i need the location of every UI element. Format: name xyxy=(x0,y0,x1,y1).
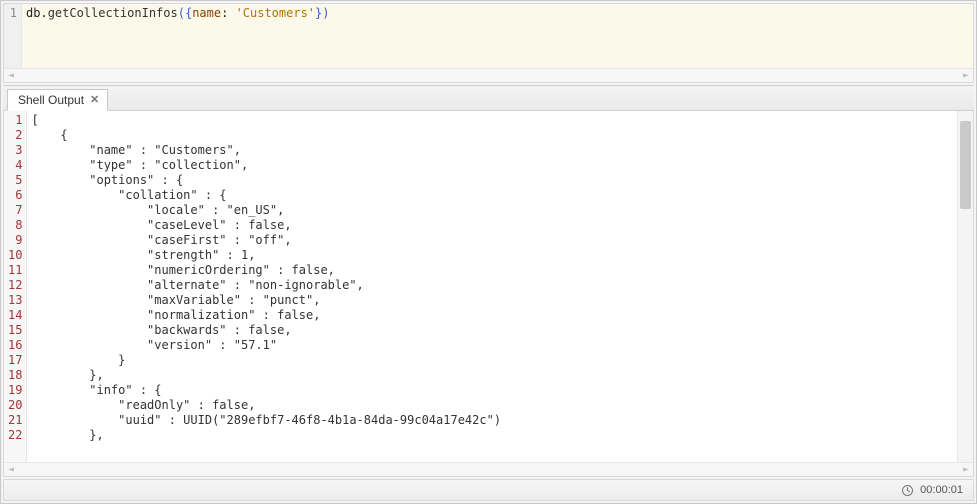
output-line: "numericOrdering" : false, xyxy=(31,263,953,278)
output-line-number: 4 xyxy=(8,158,22,173)
scroll-left-icon[interactable]: ◄ xyxy=(6,464,16,475)
output-line-number: 19 xyxy=(8,383,22,398)
output-line: "caseLevel" : false, xyxy=(31,218,953,233)
output-hscrollbar[interactable]: ◄ ► xyxy=(4,462,973,476)
code-string: 'Customers' xyxy=(236,6,315,20)
output-line: "locale" : "en_US", xyxy=(31,203,953,218)
output-line-number: 16 xyxy=(8,338,22,353)
output-line-number: 5 xyxy=(8,173,22,188)
scroll-right-icon[interactable]: ► xyxy=(961,464,971,475)
output-line-number: 21 xyxy=(8,413,22,428)
code-dot: . xyxy=(40,6,47,20)
output-line-number: 11 xyxy=(8,263,22,278)
output-line-number: 22 xyxy=(8,428,22,443)
output-line: "caseFirst" : "off", xyxy=(31,233,953,248)
output-line: "collation" : { xyxy=(31,188,953,203)
output-line: "maxVariable" : "punct", xyxy=(31,293,953,308)
tab-shell-output[interactable]: Shell Output ✕ xyxy=(7,89,108,111)
output-line: "info" : { xyxy=(31,383,953,398)
output-line-number: 12 xyxy=(8,278,22,293)
code-obj: db xyxy=(26,6,40,20)
output-line: "version" : "57.1" xyxy=(31,338,953,353)
output-line: "type" : "collection", xyxy=(31,158,953,173)
output-line-number: 9 xyxy=(8,233,22,248)
scroll-right-icon[interactable]: ► xyxy=(961,70,971,81)
editor-code-area[interactable]: db.getCollectionInfos({name: 'Customers'… xyxy=(22,4,973,68)
output-line-number: 13 xyxy=(8,293,22,308)
output-line: "options" : { xyxy=(31,173,953,188)
code-key: name xyxy=(192,6,221,20)
output-line: { xyxy=(31,128,953,143)
code-colon: : xyxy=(221,6,235,20)
output-line: }, xyxy=(31,428,953,443)
output-body: 12345678910111213141516171819202122 [ { … xyxy=(4,111,973,462)
output-line: [ xyxy=(31,113,953,128)
scroll-thumb[interactable] xyxy=(960,121,971,209)
output-line: }, xyxy=(31,368,953,383)
editor-hscrollbar[interactable]: ◄ ► xyxy=(4,68,973,82)
code-rparen: ) xyxy=(322,6,329,20)
editor-line-number: 1 xyxy=(6,6,17,21)
output-line: "strength" : 1, xyxy=(31,248,953,263)
code-lparen: ( xyxy=(178,6,185,20)
tab-label: Shell Output xyxy=(18,93,84,107)
output-line: "readOnly" : false, xyxy=(31,398,953,413)
output-line-number: 7 xyxy=(8,203,22,218)
output-tabs-row: Shell Output ✕ xyxy=(3,85,974,111)
code-method: getCollectionInfos xyxy=(48,6,178,20)
editor-gutter: 1 xyxy=(4,4,22,68)
close-icon[interactable]: ✕ xyxy=(90,95,99,106)
output-line-number: 6 xyxy=(8,188,22,203)
output-line-number: 15 xyxy=(8,323,22,338)
clock-icon xyxy=(901,484,914,497)
output-pane: 12345678910111213141516171819202122 [ { … xyxy=(3,111,974,477)
output-line: "backwards" : false, xyxy=(31,323,953,338)
output-line-number: 14 xyxy=(8,308,22,323)
output-line-number: 3 xyxy=(8,143,22,158)
output-code-area[interactable]: [ { "name" : "Customers", "type" : "coll… xyxy=(27,111,957,462)
output-line: "uuid" : UUID("289efbf7-46f8-4b1a-84da-9… xyxy=(31,413,953,428)
status-elapsed: 00:00:01 xyxy=(920,484,963,496)
output-line: "name" : "Customers", xyxy=(31,143,953,158)
output-line-number: 1 xyxy=(8,113,22,128)
output-line: "normalization" : false, xyxy=(31,308,953,323)
output-line-number: 20 xyxy=(8,398,22,413)
output-line-number: 2 xyxy=(8,128,22,143)
output-line-number: 18 xyxy=(8,368,22,383)
scroll-left-icon[interactable]: ◄ xyxy=(6,70,16,81)
output-line-number: 8 xyxy=(8,218,22,233)
output-line-number: 10 xyxy=(8,248,22,263)
output-line-number: 17 xyxy=(8,353,22,368)
app-frame: 1 db.getCollectionInfos({name: 'Customer… xyxy=(0,0,977,504)
output-line: } xyxy=(31,353,953,368)
output-vscrollbar[interactable] xyxy=(957,111,973,462)
editor-pane: 1 db.getCollectionInfos({name: 'Customer… xyxy=(3,3,974,83)
output-line: "alternate" : "non-ignorable", xyxy=(31,278,953,293)
status-bar: 00:00:01 xyxy=(3,479,974,501)
output-gutter: 12345678910111213141516171819202122 xyxy=(4,111,27,462)
editor-body: 1 db.getCollectionInfos({name: 'Customer… xyxy=(4,4,973,68)
